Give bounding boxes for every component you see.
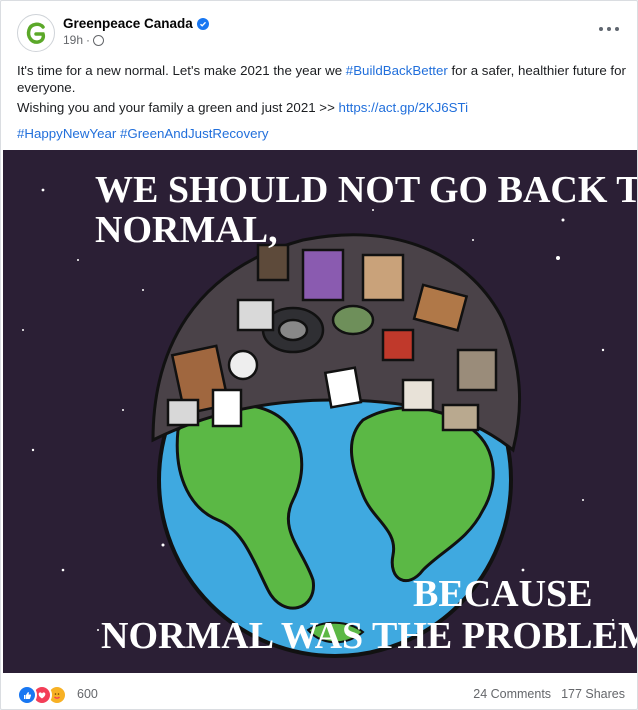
- post-hashtags: #HappyNewYear #GreenAndJustRecovery: [17, 125, 627, 142]
- page-name[interactable]: Greenpeace Canada: [63, 16, 209, 31]
- greenpeace-logo-icon: [26, 22, 46, 44]
- hashtag-greenandjustrecovery[interactable]: #GreenAndJustRecovery: [120, 126, 269, 141]
- reaction-count[interactable]: 600: [77, 687, 98, 701]
- hashtag-happynewyear[interactable]: #HappyNewYear: [17, 126, 116, 141]
- like-reaction-icon: [17, 685, 37, 705]
- more-options-icon[interactable]: [599, 22, 619, 36]
- message-text: It's time for a new normal. Let's make 2…: [17, 63, 346, 78]
- headline-bottom-1: BECAUSE: [413, 573, 593, 615]
- act-link[interactable]: https://act.gp/2KJ6STi: [339, 100, 469, 115]
- post-meta: 19h ·: [63, 33, 105, 47]
- post-image[interactable]: WE SHOULD NOT GO BACK TO NORMAL, BECAUSE…: [3, 150, 637, 673]
- engagement-stats: 24 Comments 177 Shares: [473, 687, 625, 701]
- post-header: Greenpeace Canada 19h ·: [17, 14, 621, 56]
- meta-separator: ·: [86, 33, 91, 47]
- post-footer: 600 24 Comments 177 Shares: [17, 685, 625, 705]
- hashtag-buildbackbetter[interactable]: #BuildBackBetter: [346, 63, 448, 78]
- post-message-line2: Wishing you and your family a green and …: [17, 99, 627, 116]
- poster-illustration: WE SHOULD NOT GO BACK TO NORMAL, BECAUSE…: [22, 169, 637, 658]
- headline-top-1: WE SHOULD NOT GO BACK TO: [95, 169, 637, 211]
- page-avatar[interactable]: [17, 14, 55, 52]
- verified-badge-icon: [196, 17, 209, 30]
- globe-icon[interactable]: [93, 34, 105, 46]
- headline-bottom-2: NORMAL WAS THE PROBLEM.: [101, 615, 637, 657]
- post-card: Greenpeace Canada 19h · It's time for a …: [0, 0, 638, 710]
- shares-count[interactable]: 177 Shares: [561, 687, 625, 701]
- page-name-link[interactable]: Greenpeace Canada: [63, 16, 193, 31]
- comments-count[interactable]: 24 Comments: [473, 687, 551, 701]
- reaction-icons[interactable]: [17, 685, 67, 705]
- post-message-line1: It's time for a new normal. Let's make 2…: [17, 62, 627, 96]
- post-time[interactable]: 19h: [63, 33, 83, 47]
- message-text-2: Wishing you and your family a green and …: [17, 100, 339, 115]
- headline-top-2: NORMAL,: [95, 209, 278, 251]
